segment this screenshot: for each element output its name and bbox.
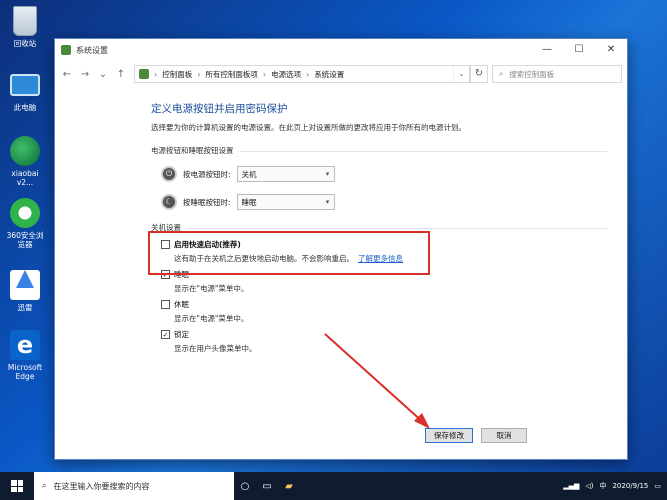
notification-icon[interactable]: ▭ xyxy=(654,482,661,490)
taskbar: ⌕ 在这里输入你要搜索的内容 ○ ▭ ▰ ▂▄▆ ◁) 中 2020/9/15 … xyxy=(0,472,667,500)
cancel-button[interactable]: 取消 xyxy=(481,428,527,443)
system-tray: ▂▄▆ ◁) 中 2020/9/15 ▭ xyxy=(563,481,667,491)
search-icon: ⌕ xyxy=(42,481,47,490)
annotation-arrow xyxy=(324,333,430,429)
windows-logo-icon xyxy=(11,480,23,492)
task-view-icon[interactable]: ▭ xyxy=(256,481,278,492)
file-explorer-icon[interactable]: ▰ xyxy=(278,481,300,492)
clock[interactable]: 2020/9/15 xyxy=(612,482,648,491)
volume-icon[interactable]: ◁) xyxy=(585,482,593,490)
save-button[interactable]: 保存修改 xyxy=(425,428,473,443)
taskbar-search-placeholder: 在这里输入你要搜索的内容 xyxy=(53,481,150,491)
network-icon[interactable]: ▂▄▆ xyxy=(563,482,579,490)
cortana-icon[interactable]: ○ xyxy=(234,481,256,492)
taskbar-search[interactable]: ⌕ 在这里输入你要搜索的内容 xyxy=(34,472,234,500)
start-button[interactable] xyxy=(0,472,34,500)
date-text: 2020/9/15 xyxy=(612,481,649,490)
ime-indicator[interactable]: 中 xyxy=(599,481,606,491)
